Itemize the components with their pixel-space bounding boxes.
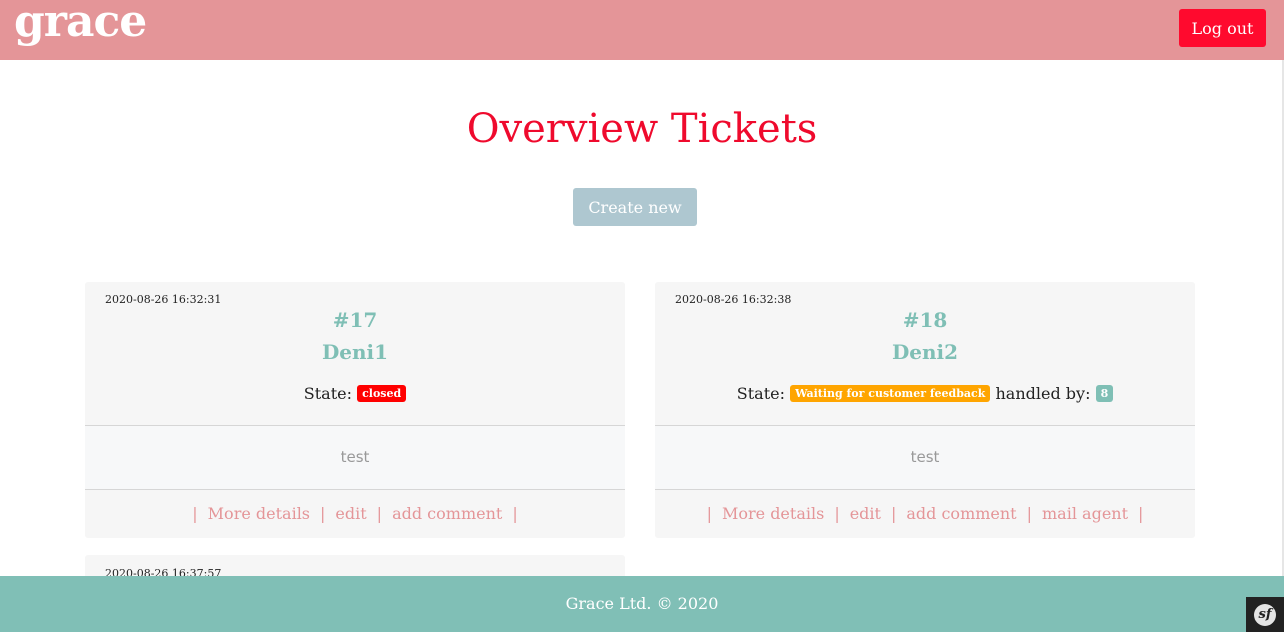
ticket-author: Deni1 [321, 340, 389, 364]
ticket-timestamp: 2020-08-26 16:32:31 [105, 293, 222, 306]
ticket-description: test [655, 425, 1195, 490]
state-badge: closed [357, 385, 407, 402]
ticket-actions: | More details | edit | add comment | [85, 490, 625, 538]
logout-button[interactable]: Log out [1179, 9, 1266, 47]
link-separator: | [834, 504, 840, 523]
mail-agent-link[interactable]: mail agent [1042, 504, 1128, 523]
ticket-author: Deni2 [891, 340, 959, 364]
create-new-button[interactable]: Create new [573, 188, 697, 226]
ticket-description: test [85, 425, 625, 490]
ticket-card: 2020-08-26 16:32:38 #18 Deni2 State: Wai… [655, 282, 1195, 538]
ticket-actions: | More details | edit | add comment | mail agen… [655, 490, 1195, 538]
ticket-header: 2020-08-26 16:32:38 #18 Deni2 State: Wai… [655, 282, 1195, 425]
state-label: State: [736, 384, 785, 403]
add-comment-link[interactable]: add comment [906, 504, 1016, 523]
ticket-card: 2020-08-26 16:32:31 #17 Deni1 State: clo… [85, 282, 625, 538]
link-separator: | [1138, 504, 1144, 523]
more-details-link[interactable]: More details [208, 504, 310, 523]
ticket-state-line: State: Waiting for customer feedback han… [655, 384, 1195, 403]
page-title: Overview Tickets [466, 106, 818, 152]
link-separator: | [376, 504, 383, 523]
navbar: grace Log out [0, 0, 1284, 60]
state-badge: Waiting for customer feedback [790, 385, 991, 402]
link-separator: | [1026, 504, 1032, 523]
footer: Grace Ltd. © 2020 [0, 576, 1284, 632]
link-separator: | [706, 504, 712, 523]
ticket-number: #17 [332, 308, 378, 332]
symfony-icon: sf [1254, 603, 1276, 626]
debug-toolbar-toggle[interactable]: sf [1246, 597, 1284, 632]
link-separator: | [512, 504, 518, 523]
link-separator: | [192, 504, 198, 523]
handler-badge: 8 [1095, 385, 1114, 402]
handled-by-label: handled by: [995, 384, 1091, 403]
state-label: State: [303, 384, 352, 403]
brand-logo[interactable]: grace [14, 0, 147, 47]
link-separator: | [320, 504, 326, 523]
more-details-link[interactable]: More details [722, 504, 824, 523]
link-separator: | [890, 504, 897, 523]
edit-link[interactable]: edit [335, 504, 366, 523]
ticket-number: #18 [902, 308, 948, 332]
ticket-state-line: State: closed [85, 384, 625, 403]
edit-link[interactable]: edit [850, 504, 881, 523]
ticket-timestamp: 2020-08-26 16:32:38 [675, 293, 792, 306]
ticket-header: 2020-08-26 16:32:31 #17 Deni1 State: clo… [85, 282, 625, 425]
add-comment-link[interactable]: add comment [392, 504, 502, 523]
